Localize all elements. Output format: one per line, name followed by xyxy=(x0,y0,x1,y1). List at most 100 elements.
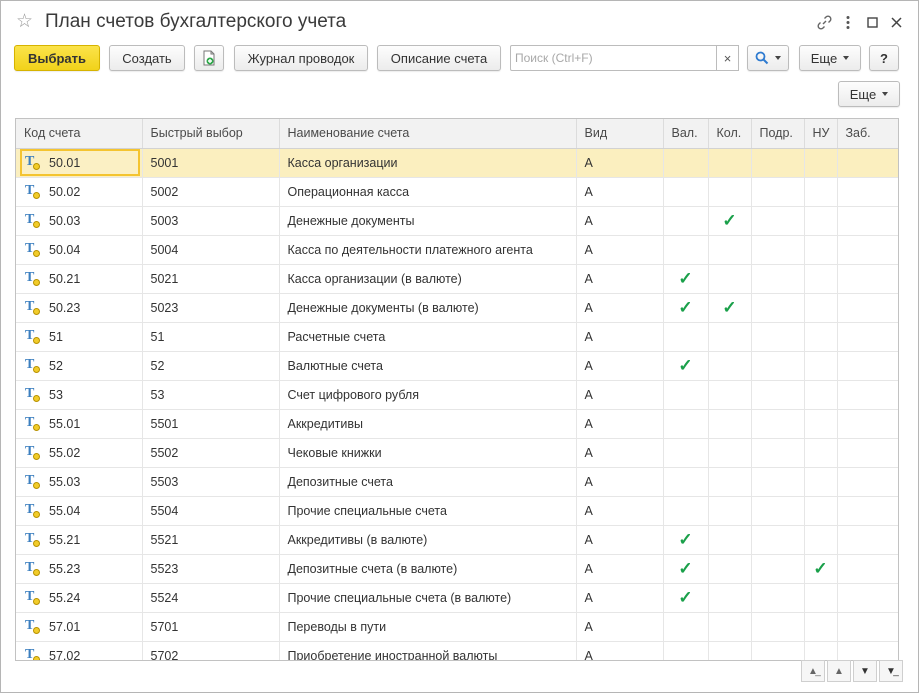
zab-flag-cell[interactable] xyxy=(837,554,898,584)
account-type-cell[interactable]: А xyxy=(576,380,664,410)
val-flag-cell[interactable] xyxy=(663,438,709,468)
table-more-button[interactable]: Еще xyxy=(838,81,900,107)
quick-select-cell[interactable]: 5023 xyxy=(142,293,280,323)
nu-flag-cell[interactable] xyxy=(804,322,838,352)
account-type-cell[interactable]: А xyxy=(576,438,664,468)
account-code-cell[interactable]: T 55.01 xyxy=(16,409,143,439)
kol-flag-cell[interactable] xyxy=(708,351,752,381)
kol-flag-cell[interactable] xyxy=(708,641,752,660)
nu-flag-cell[interactable] xyxy=(804,409,838,439)
account-type-cell[interactable]: А xyxy=(576,264,664,294)
podr-flag-cell[interactable] xyxy=(751,322,805,352)
zab-flag-cell[interactable] xyxy=(837,467,898,497)
zab-flag-cell[interactable] xyxy=(837,177,898,207)
podr-flag-cell[interactable] xyxy=(751,206,805,236)
quick-select-cell[interactable]: 5001 xyxy=(142,148,280,178)
account-type-cell[interactable]: А xyxy=(576,235,664,265)
kol-flag-cell[interactable] xyxy=(708,177,752,207)
kol-flag-cell[interactable] xyxy=(708,322,752,352)
column-header[interactable]: Подр. xyxy=(751,119,805,149)
account-name-cell[interactable]: Прочие специальные счета (в валюте) xyxy=(279,583,577,613)
account-name-cell[interactable]: Касса организации xyxy=(279,148,577,178)
quick-select-cell[interactable]: 5004 xyxy=(142,235,280,265)
nu-flag-cell[interactable] xyxy=(804,641,838,660)
account-name-cell[interactable]: Счет цифрового рубля xyxy=(279,380,577,410)
table-row[interactable]: T 55.04 5504 Прочие специальные счета А xyxy=(16,496,898,526)
account-name-cell[interactable]: Прочие специальные счета xyxy=(279,496,577,526)
table-row[interactable]: T 50.03 5003 Денежные документы А ✓ xyxy=(16,206,898,236)
account-code-cell[interactable]: T 57.02 xyxy=(16,641,143,660)
account-type-cell[interactable]: А xyxy=(576,148,664,178)
table-row[interactable]: T 53 53 Счет цифрового рубля А xyxy=(16,380,898,410)
val-flag-cell[interactable]: ✓ xyxy=(663,525,709,555)
table-row[interactable]: T 55.21 5521 Аккредитивы (в валюте) А ✓ xyxy=(16,525,898,555)
kol-flag-cell[interactable] xyxy=(708,438,752,468)
podr-flag-cell[interactable] xyxy=(751,583,805,613)
val-flag-cell[interactable]: ✓ xyxy=(663,264,709,294)
podr-flag-cell[interactable] xyxy=(751,293,805,323)
column-header[interactable]: Вид xyxy=(576,119,664,149)
column-header[interactable]: Кол. xyxy=(708,119,752,149)
account-name-cell[interactable]: Валютные счета xyxy=(279,351,577,381)
nu-flag-cell[interactable] xyxy=(804,293,838,323)
journal-button[interactable]: Журнал проводок xyxy=(234,45,368,71)
quick-select-cell[interactable]: 5504 xyxy=(142,496,280,526)
kol-flag-cell[interactable] xyxy=(708,525,752,555)
star-icon[interactable]: ☆ xyxy=(16,11,33,33)
account-code-cell[interactable]: T 55.21 xyxy=(16,525,143,555)
close-icon[interactable] xyxy=(884,11,908,33)
search-options-button[interactable] xyxy=(747,45,789,71)
help-button[interactable]: ? xyxy=(869,45,899,71)
copy-document-button[interactable] xyxy=(194,45,224,71)
search-clear-button[interactable]: × xyxy=(717,45,739,71)
quick-select-cell[interactable]: 5524 xyxy=(142,583,280,613)
account-code-cell[interactable]: T 51 xyxy=(16,322,143,352)
table-row[interactable]: T 55.01 5501 Аккредитивы А xyxy=(16,409,898,439)
account-type-cell[interactable]: А xyxy=(576,351,664,381)
val-flag-cell[interactable] xyxy=(663,467,709,497)
kol-flag-cell[interactable] xyxy=(708,583,752,613)
table-row[interactable]: T 52 52 Валютные счета А ✓ xyxy=(16,351,898,381)
val-flag-cell[interactable]: ✓ xyxy=(663,554,709,584)
kol-flag-cell[interactable] xyxy=(708,264,752,294)
maximize-icon[interactable] xyxy=(860,11,884,33)
zab-flag-cell[interactable] xyxy=(837,612,898,642)
account-type-cell[interactable]: А xyxy=(576,641,664,660)
quick-select-cell[interactable]: 5523 xyxy=(142,554,280,584)
kol-flag-cell[interactable] xyxy=(708,554,752,584)
nu-flag-cell[interactable] xyxy=(804,467,838,497)
val-flag-cell[interactable] xyxy=(663,409,709,439)
val-flag-cell[interactable]: ✓ xyxy=(663,583,709,613)
account-type-cell[interactable]: А xyxy=(576,525,664,555)
kol-flag-cell[interactable] xyxy=(708,409,752,439)
account-name-cell[interactable]: Переводы в пути xyxy=(279,612,577,642)
account-code-cell[interactable]: T 50.04 xyxy=(16,235,143,265)
column-header[interactable]: Вал. xyxy=(663,119,709,149)
account-code-cell[interactable]: T 50.21 xyxy=(16,264,143,294)
kol-flag-cell[interactable]: ✓ xyxy=(708,293,752,323)
podr-flag-cell[interactable] xyxy=(751,641,805,660)
val-flag-cell[interactable]: ✓ xyxy=(663,293,709,323)
account-type-cell[interactable]: А xyxy=(576,206,664,236)
table-row[interactable]: T 51 51 Расчетные счета А xyxy=(16,322,898,352)
val-flag-cell[interactable] xyxy=(663,235,709,265)
zab-flag-cell[interactable] xyxy=(837,496,898,526)
column-header[interactable]: Быстрый выбор xyxy=(142,119,280,149)
podr-flag-cell[interactable] xyxy=(751,612,805,642)
val-flag-cell[interactable]: ✓ xyxy=(663,351,709,381)
table-row[interactable]: T 57.01 5701 Переводы в пути А xyxy=(16,612,898,642)
quick-select-cell[interactable]: 5701 xyxy=(142,612,280,642)
account-type-cell[interactable]: А xyxy=(576,496,664,526)
podr-flag-cell[interactable] xyxy=(751,554,805,584)
account-code-cell[interactable]: T 55.23 xyxy=(16,554,143,584)
account-code-cell[interactable]: T 52 xyxy=(16,351,143,381)
search-input[interactable] xyxy=(511,46,716,70)
zab-flag-cell[interactable] xyxy=(837,438,898,468)
account-name-cell[interactable]: Расчетные счета xyxy=(279,322,577,352)
val-flag-cell[interactable] xyxy=(663,177,709,207)
column-header[interactable]: Код счета xyxy=(16,119,143,149)
kol-flag-cell[interactable] xyxy=(708,612,752,642)
val-flag-cell[interactable] xyxy=(663,612,709,642)
quick-select-cell[interactable]: 51 xyxy=(142,322,280,352)
kol-flag-cell[interactable] xyxy=(708,148,752,178)
